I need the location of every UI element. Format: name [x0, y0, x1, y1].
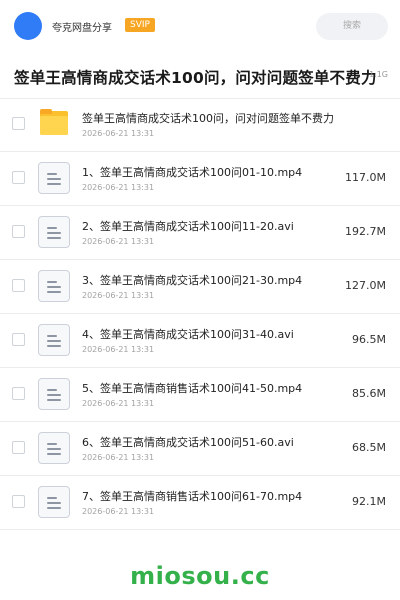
- row-checkbox[interactable]: [12, 117, 25, 130]
- file-row[interactable]: 4、签单王高情商成交话术100问31-40.avi 2026-06-21 13:3…: [0, 314, 400, 368]
- app-header: 夸克网盘分享 SVIP 搜索: [0, 0, 400, 52]
- document-icon: [38, 216, 70, 248]
- item-date: 2026-06-21 13:31: [82, 345, 155, 354]
- document-icon: [38, 432, 70, 464]
- item-size: 96.5M: [352, 333, 386, 346]
- item-date: 2026-06-21 13:31: [82, 507, 155, 516]
- item-date: 2026-06-21 13:31: [82, 129, 155, 138]
- document-icon: [38, 378, 70, 410]
- row-checkbox[interactable]: [12, 171, 25, 184]
- total-size: 1.1G: [369, 70, 388, 79]
- folder-row[interactable]: 签单王高情商成交话术100问，问对问题签单不费力 2026-06-21 13:31: [0, 98, 400, 152]
- file-row[interactable]: 5、签单王高情商销售话术100问41-50.mp4 2026-06-21 13:3…: [0, 368, 400, 422]
- item-name: 5、签单王高情商销售话术100问41-50.mp4: [82, 382, 303, 395]
- item-size: 85.6M: [352, 387, 386, 400]
- page-title: 签单王高情商成交话术100问，问对问题签单不费力: [14, 69, 377, 87]
- avatar[interactable]: [14, 12, 42, 40]
- item-size: 127.0M: [345, 279, 386, 292]
- file-row[interactable]: 7、签单王高情商销售话术100问61-70.mp4 2026-06-21 13:3…: [0, 476, 400, 530]
- svip-badge: SVIP: [125, 18, 155, 32]
- item-name: 3、签单王高情商成交话术100问21-30.mp4: [82, 274, 303, 287]
- search-input[interactable]: 搜索: [316, 13, 388, 40]
- item-date: 2026-06-21 13:31: [82, 291, 155, 300]
- item-name: 1、签单王高情商成交话术100问01-10.mp4: [82, 166, 303, 179]
- item-size: 92.1M: [352, 495, 386, 508]
- item-name: 4、签单王高情商成交话术100问31-40.avi: [82, 328, 294, 341]
- brand-name: 夸克网盘分享: [52, 23, 112, 34]
- item-date: 2026-06-21 13:31: [82, 453, 155, 462]
- item-name: 2、签单王高情商成交话术100问11-20.avi: [82, 220, 294, 233]
- file-row[interactable]: 3、签单王高情商成交话术100问21-30.mp4 2026-06-21 13:3…: [0, 260, 400, 314]
- title-row: 签单王高情商成交话术100问，问对问题签单不费力 1.1G: [0, 56, 400, 96]
- item-name: 6、签单王高情商成交话术100问51-60.avi: [82, 436, 294, 449]
- folder-icon: [38, 108, 70, 140]
- item-size: 117.0M: [345, 171, 386, 184]
- row-checkbox[interactable]: [12, 333, 25, 346]
- item-date: 2026-06-21 13:31: [82, 183, 155, 192]
- row-checkbox[interactable]: [12, 387, 25, 400]
- item-date: 2026-06-21 13:31: [82, 399, 155, 408]
- file-list: 签单王高情商成交话术100问，问对问题签单不费力 2026-06-21 13:31…: [0, 98, 400, 530]
- row-checkbox[interactable]: [12, 225, 25, 238]
- item-name: 签单王高情商成交话术100问，问对问题签单不费力: [82, 112, 334, 125]
- file-row[interactable]: 2、签单王高情商成交话术100问11-20.avi 2026-06-21 13:3…: [0, 206, 400, 260]
- file-row[interactable]: 1、签单王高情商成交话术100问01-10.mp4 2026-06-21 13:3…: [0, 152, 400, 206]
- row-checkbox[interactable]: [12, 441, 25, 454]
- item-date: 2026-06-21 13:31: [82, 237, 155, 246]
- watermark: miosou.cc: [130, 562, 270, 590]
- document-icon: [38, 270, 70, 302]
- document-icon: [38, 486, 70, 518]
- row-checkbox[interactable]: [12, 495, 25, 508]
- item-size: 192.7M: [345, 225, 386, 238]
- item-size: 68.5M: [352, 441, 386, 454]
- file-row[interactable]: 6、签单王高情商成交话术100问51-60.avi 2026-06-21 13:3…: [0, 422, 400, 476]
- item-name: 7、签单王高情商销售话术100问61-70.mp4: [82, 490, 303, 503]
- document-icon: [38, 162, 70, 194]
- row-checkbox[interactable]: [12, 279, 25, 292]
- document-icon: [38, 324, 70, 356]
